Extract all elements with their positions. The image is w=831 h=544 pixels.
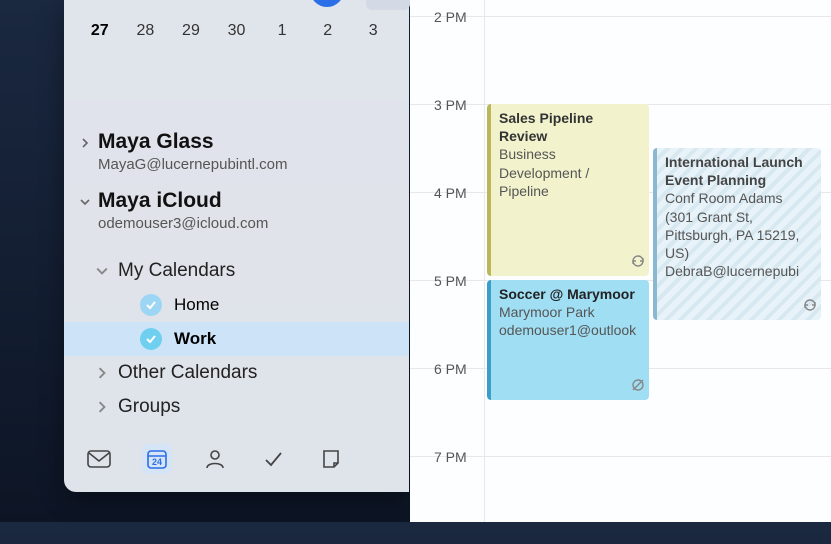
mini-cal-day[interactable]: 27 <box>78 12 122 50</box>
calendar-item-work[interactable]: Work <box>64 322 409 356</box>
chevron-right-icon[interactable] <box>76 134 94 152</box>
event-soccer[interactable]: Soccer @ Marymoor Marymoor Park odemouse… <box>487 280 649 400</box>
calendar-item-home[interactable]: Home <box>96 288 391 322</box>
calendar-timeline: 2 PM 3 PM 4 PM 5 PM 6 PM 7 PM Sales Pipe… <box>410 0 831 522</box>
other-calendars-section[interactable]: Other Calendars <box>96 356 385 390</box>
my-calendars-section[interactable]: My Calendars <box>96 254 385 288</box>
event-launch-planning[interactable]: International Launch Event Planning Conf… <box>653 148 821 320</box>
chevron-right-icon <box>96 401 118 413</box>
event-organizer: DebraB@lucernepubi <box>665 262 813 280</box>
svg-text:24: 24 <box>152 457 162 467</box>
day-column[interactable]: Sales Pipeline Review Business Developme… <box>484 0 829 522</box>
section-label: My Calendars <box>118 260 235 282</box>
event-title: Sales Pipeline Review <box>499 109 641 145</box>
chevron-right-icon <box>96 367 118 379</box>
mini-calendar: 27 28 29 30 1 2 3 <box>64 0 409 62</box>
event-title: Soccer @ Marymoor <box>499 285 641 303</box>
calendar-check-icon[interactable] <box>140 328 162 350</box>
hour-label: 3 PM <box>434 97 467 113</box>
event-location: Marymoor Park <box>499 303 641 321</box>
chevron-down-icon[interactable] <box>76 193 94 211</box>
chevron-down-icon <box>96 265 118 277</box>
mini-cal-selected-box <box>366 0 410 10</box>
people-icon[interactable] <box>200 444 230 474</box>
mail-icon[interactable] <box>84 444 114 474</box>
event-sales-pipeline[interactable]: Sales Pipeline Review Business Developme… <box>487 104 649 276</box>
hour-label: 7 PM <box>434 449 467 465</box>
sync-icon <box>631 254 645 272</box>
notes-icon[interactable] <box>316 444 346 474</box>
event-location: Conf Room Adams (301 Grant St, Pittsburg… <box>665 189 813 262</box>
mini-cal-day[interactable]: 3 <box>351 12 395 50</box>
event-detail: Business Development / Pipeline <box>499 145 641 200</box>
account-item[interactable]: Maya iCloud odemouser3@icloud.com <box>76 181 385 240</box>
calendar-label: Home <box>174 295 219 315</box>
mini-cal-day[interactable]: 30 <box>215 12 259 50</box>
bottom-nav: 24 <box>64 430 409 492</box>
hour-label: 6 PM <box>434 361 467 377</box>
groups-section[interactable]: Groups <box>96 390 385 424</box>
todo-icon[interactable] <box>258 444 288 474</box>
account-email: MayaG@lucernepubintl.com <box>98 156 385 173</box>
calendar-label: Work <box>174 329 216 349</box>
account-email: odemouser3@icloud.com <box>98 215 385 232</box>
mini-cal-day[interactable]: 28 <box>124 12 168 50</box>
event-title: International Launch Event Planning <box>665 153 813 189</box>
section-label: Groups <box>118 396 180 418</box>
sidebar: 27 28 29 30 1 2 3 Maya Glass MayaG@lucer… <box>64 0 409 492</box>
hour-label: 5 PM <box>434 273 467 289</box>
hour-label: 4 PM <box>434 185 467 201</box>
no-sync-icon <box>631 378 645 396</box>
account-name: Maya Glass <box>98 130 385 154</box>
sync-icon <box>803 298 817 316</box>
account-name: Maya iCloud <box>98 189 385 213</box>
mini-cal-day[interactable]: 2 <box>306 12 350 50</box>
hour-label: 2 PM <box>434 9 467 25</box>
calendar-icon[interactable]: 24 <box>142 444 172 474</box>
event-organizer: odemouser1@outlook <box>499 321 641 339</box>
calendar-check-icon[interactable] <box>140 294 162 316</box>
mini-cal-day[interactable]: 29 <box>169 12 213 50</box>
account-item[interactable]: Maya Glass MayaG@lucernepubintl.com <box>76 122 385 181</box>
mini-cal-day[interactable]: 1 <box>260 12 304 50</box>
section-label: Other Calendars <box>118 362 257 384</box>
